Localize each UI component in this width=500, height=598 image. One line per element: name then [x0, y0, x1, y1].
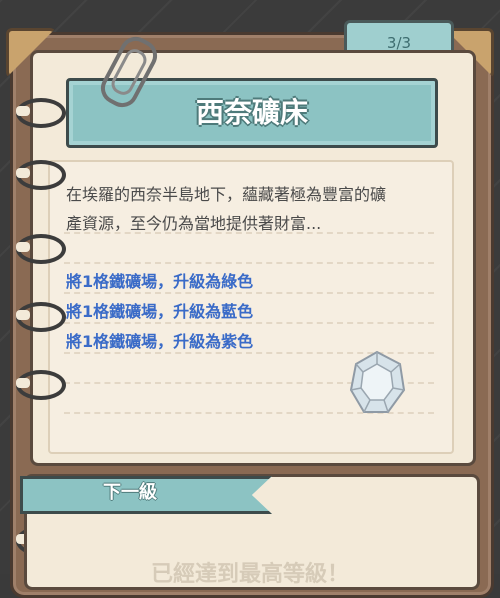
binder-ring — [16, 302, 66, 332]
description-line: 在埃羅的西奈半島地下，蘊藏著極為豐富的礦 — [66, 185, 387, 204]
upgrade-option-green: 將1格鐵礦場，升級為綠色 — [66, 272, 254, 291]
card-description: 在埃羅的西奈半島地下，蘊藏著極為豐富的礦 產資源，至今仍為當地提供著財富... — [66, 180, 440, 238]
max-level-status: 已經達到最高等級！ — [150, 562, 349, 587]
binder-ring — [16, 98, 66, 128]
ruled-line — [64, 292, 434, 296]
description-line: 產資源，至今仍為當地提供著財富... — [66, 214, 322, 233]
crystal-icon — [349, 350, 406, 413]
next-level-label: 下一級 — [103, 482, 157, 503]
ruled-line — [64, 262, 434, 266]
binder-ring — [16, 234, 66, 264]
binder-ring — [16, 160, 66, 190]
upgrade-option-purple: 將1格鐵礦場，升級為紫色 — [66, 332, 254, 351]
upgrade-option-blue: 將1格鐵礦場，升級為藍色 — [66, 302, 254, 321]
ruled-line — [64, 322, 434, 326]
binder-ring — [16, 370, 66, 400]
